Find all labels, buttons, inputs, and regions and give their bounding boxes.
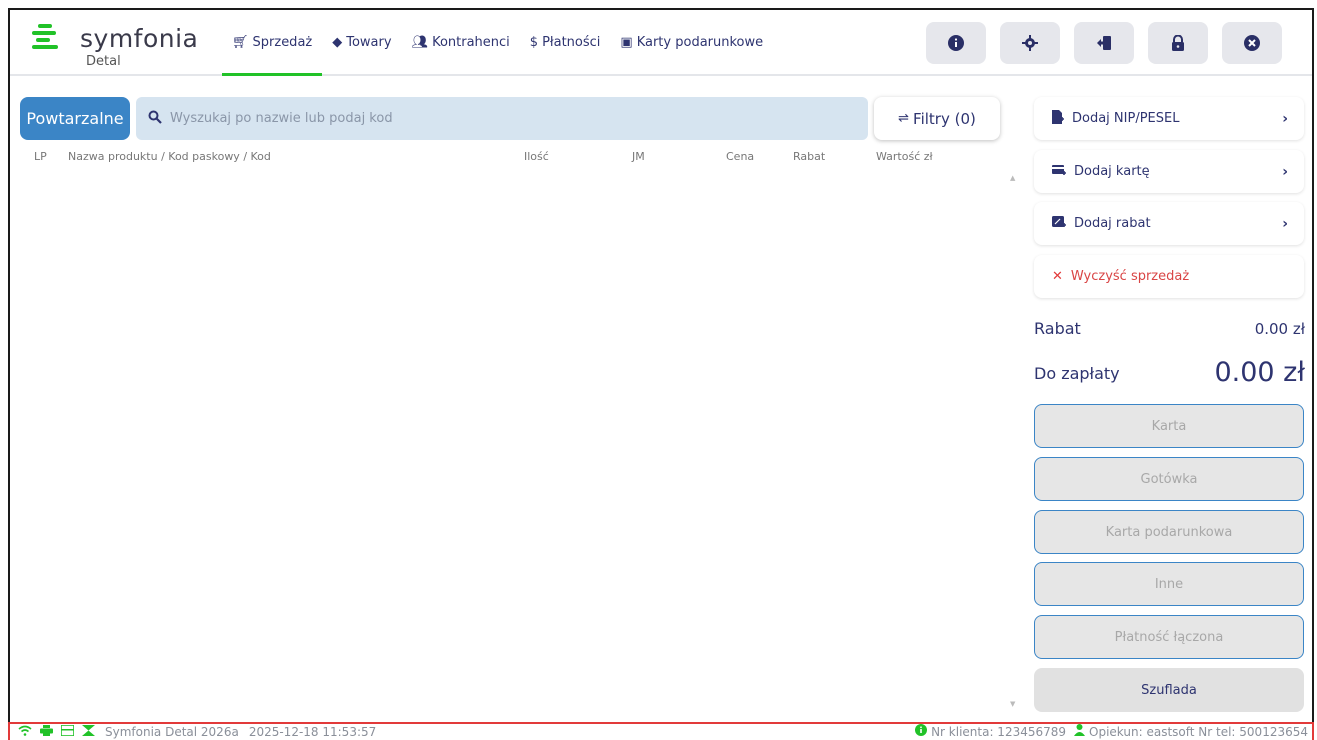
scroll-down-arrow-icon[interactable]: ▼ bbox=[1010, 700, 1015, 708]
to-pay-value: 0.00 zł bbox=[1214, 357, 1305, 388]
repeat-items-button[interactable]: Powtarzalne bbox=[20, 97, 130, 140]
filters-label: Filtry (0) bbox=[913, 109, 976, 128]
header-buttons bbox=[926, 22, 1282, 64]
pay-card-button[interactable]: Karta bbox=[1034, 404, 1304, 448]
chevron-right-icon: › bbox=[1282, 163, 1288, 180]
symfonia-logo: symfonia Detal bbox=[32, 24, 212, 74]
chevron-right-icon: › bbox=[1282, 110, 1288, 127]
top-header: symfonia Detal 🛒︎ Sprzedaż ◆ Towary 👥︎ K… bbox=[10, 10, 1312, 76]
info-button[interactable] bbox=[926, 22, 986, 64]
info-icon bbox=[915, 724, 928, 740]
close-icon bbox=[1244, 35, 1260, 51]
exit-icon bbox=[1097, 36, 1111, 50]
operator-info: Opiekun: eastsoft Nr tel: 500123654 bbox=[1089, 725, 1308, 739]
add-nip-label: Dodaj NIP/PESEL bbox=[1072, 111, 1180, 126]
pay-other-button[interactable]: Inne bbox=[1034, 562, 1304, 606]
gift-card-icon: ▣ bbox=[620, 34, 633, 50]
add-discount-label: Dodaj rabat bbox=[1074, 216, 1151, 231]
scroll-up-arrow-icon[interactable]: ▲ bbox=[1010, 174, 1015, 182]
add-card-label: Dodaj kartę bbox=[1074, 164, 1150, 179]
printer-icon bbox=[40, 724, 53, 740]
wifi-icon bbox=[18, 725, 32, 740]
client-number: Nr klienta: 123456789 bbox=[931, 725, 1067, 739]
discount-add-icon bbox=[1052, 215, 1066, 232]
tab-label: Towary bbox=[346, 34, 392, 50]
tab-label: Płatności bbox=[542, 34, 601, 50]
sliders-icon: ⇌ bbox=[898, 111, 910, 126]
tab-platnosci[interactable]: $ Płatności bbox=[520, 10, 611, 74]
app-version: Symfonia Detal 2026a bbox=[105, 725, 239, 739]
cart-icon: 🛒︎ bbox=[232, 34, 249, 50]
cash-register-icon bbox=[60, 723, 75, 740]
column-header-value[interactable]: Wartość zł bbox=[876, 150, 933, 163]
add-discount-button[interactable]: Dodaj rabat › bbox=[1034, 202, 1304, 245]
scale-icon bbox=[82, 724, 95, 740]
to-pay-label: Do zapłaty bbox=[1034, 364, 1120, 383]
lock-icon bbox=[1172, 35, 1184, 51]
tag-icon: ◆ bbox=[332, 34, 343, 50]
clear-sale-label: Wyczyść sprzedaż bbox=[1070, 269, 1190, 284]
card-add-icon bbox=[1052, 164, 1066, 180]
pay-gift-card-button[interactable]: Karta podarunkowa bbox=[1034, 510, 1304, 554]
column-header-qty[interactable]: Ilość bbox=[524, 150, 549, 163]
add-nip-button[interactable]: Dodaj NIP/PESEL › bbox=[1034, 97, 1304, 140]
search-input[interactable] bbox=[170, 111, 830, 126]
document-add-icon bbox=[1052, 109, 1064, 128]
logo-subtitle: Detal bbox=[86, 54, 121, 69]
close-app-button[interactable] bbox=[1222, 22, 1282, 64]
users-search-icon: 👥︎ bbox=[411, 34, 429, 50]
current-datetime: 2025-12-18 11:53:57 bbox=[248, 725, 377, 739]
discount-label: Rabat bbox=[1034, 319, 1081, 338]
tab-label: Karty podarunkowe bbox=[636, 34, 764, 50]
user-icon bbox=[1074, 724, 1086, 740]
lock-button[interactable] bbox=[1148, 22, 1208, 64]
gear-icon bbox=[1022, 35, 1038, 51]
search-icon bbox=[148, 110, 162, 128]
main-nav: 🛒︎ Sprzedaż ◆ Towary 👥︎ Kontrahenci $ Pł… bbox=[222, 10, 773, 76]
chevron-right-icon: › bbox=[1282, 215, 1288, 232]
status-right: Nr klienta: 123456789 Opiekun: eastsoft … bbox=[907, 724, 1308, 740]
x-icon: ✕ bbox=[1052, 269, 1063, 284]
status-bar: Symfonia Detal 2026a 2025-12-18 11:53:57… bbox=[8, 722, 1314, 740]
discount-value: 0.00 zł bbox=[1254, 320, 1305, 338]
tab-label: Sprzedaż bbox=[252, 34, 313, 50]
search-bar bbox=[136, 97, 868, 140]
info-icon bbox=[948, 35, 964, 51]
pay-combined-button[interactable]: Płatność łączona bbox=[1034, 615, 1304, 659]
settings-button[interactable] bbox=[1000, 22, 1060, 64]
column-header-unit[interactable]: JM bbox=[632, 150, 645, 163]
open-drawer-button[interactable]: Szuflada bbox=[1034, 668, 1304, 712]
column-header-lp[interactable]: LP bbox=[34, 150, 47, 163]
filters-button[interactable]: ⇌ Filtry (0) bbox=[874, 97, 1000, 140]
column-header-name[interactable]: Nazwa produktu / Kod paskowy / Kod bbox=[68, 150, 271, 163]
clear-sale-button[interactable]: ✕ Wyczyść sprzedaż bbox=[1034, 255, 1304, 298]
column-header-price[interactable]: Cena bbox=[726, 150, 754, 163]
logo-text: symfonia bbox=[80, 24, 199, 53]
tab-karty-podarunkowe[interactable]: ▣ Karty podarunkowe bbox=[610, 10, 773, 74]
tab-towary[interactable]: ◆ Towary bbox=[322, 10, 401, 74]
tab-label: Kontrahenci bbox=[432, 34, 510, 50]
tab-sprzedaz[interactable]: 🛒︎ Sprzedaż bbox=[222, 10, 323, 76]
dollar-circle-icon: $ bbox=[529, 34, 539, 50]
tab-kontrahenci[interactable]: 👥︎ Kontrahenci bbox=[402, 10, 520, 74]
symfonia-logo-icon bbox=[32, 24, 58, 49]
add-card-button[interactable]: Dodaj kartę › bbox=[1034, 150, 1304, 193]
pay-cash-button[interactable]: Gotówka bbox=[1034, 457, 1304, 501]
logout-button[interactable] bbox=[1074, 22, 1134, 64]
column-header-discount[interactable]: Rabat bbox=[793, 150, 825, 163]
